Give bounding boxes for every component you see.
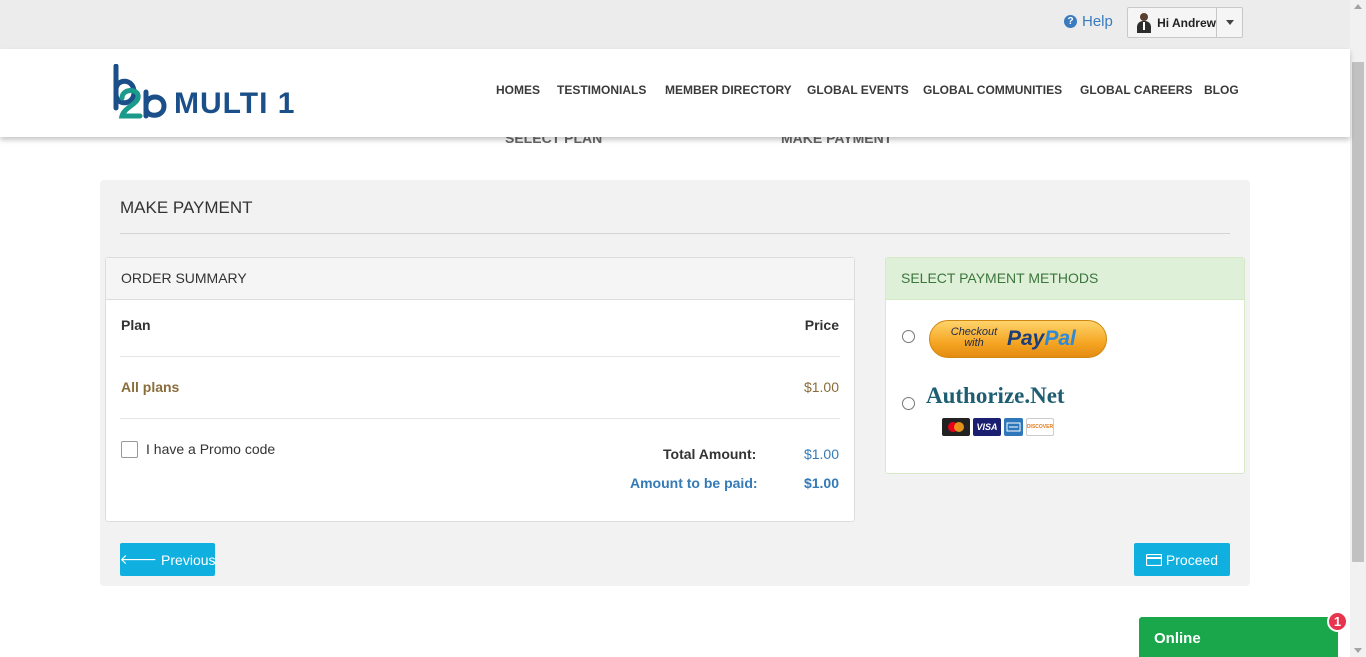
scroll-up-icon[interactable] bbox=[1354, 4, 1362, 9]
amount-due-value: $1.00 bbox=[803, 475, 839, 491]
credit-card-icon bbox=[1145, 553, 1162, 566]
b2b-logo-mark bbox=[113, 63, 167, 119]
promo-code-checkbox[interactable] bbox=[121, 441, 138, 458]
plan-name: All plans bbox=[121, 379, 180, 395]
total-amount-value: $1.00 bbox=[803, 446, 839, 462]
divider bbox=[120, 233, 1230, 234]
visa-icon: VISA bbox=[973, 418, 1001, 436]
amount-due-label: Amount to be paid: bbox=[630, 475, 758, 491]
price-column-header: Price bbox=[804, 317, 839, 333]
proceed-button[interactable]: Proceed bbox=[1134, 543, 1230, 576]
payment-methods-card: SELECT PAYMENT METHODS Checkout with Pay… bbox=[885, 257, 1245, 474]
authorize-net-radio[interactable] bbox=[902, 397, 915, 410]
chat-status-label: Online bbox=[1154, 630, 1201, 647]
nav-global-events[interactable]: GLOBAL EVENTS bbox=[807, 83, 909, 97]
scroll-thumb[interactable] bbox=[1352, 62, 1364, 562]
nav-blog[interactable]: BLOG bbox=[1204, 83, 1239, 97]
payment-panel: MAKE PAYMENT ORDER SUMMARY Plan Price Al… bbox=[100, 180, 1250, 586]
chat-notification-badge: 1 bbox=[1327, 611, 1348, 632]
caret-down-icon bbox=[1225, 20, 1234, 25]
payment-methods-heading: SELECT PAYMENT METHODS bbox=[886, 258, 1244, 300]
user-menu-button[interactable]: Hi Andrew bbox=[1128, 8, 1217, 37]
plan-price: $1.00 bbox=[803, 379, 839, 395]
logo-text: MULTI 1 bbox=[174, 87, 296, 120]
page-scrollbar[interactable] bbox=[1350, 0, 1366, 657]
user-menu[interactable]: Hi Andrew bbox=[1127, 7, 1243, 38]
previous-button[interactable]: 🡐 Previous bbox=[119, 543, 216, 576]
paypal-checkout-button[interactable]: Checkout with PayPal bbox=[929, 320, 1107, 358]
arrow-left-icon: 🡐 bbox=[119, 551, 158, 567]
online-chat-widget[interactable]: Online bbox=[1139, 617, 1338, 657]
paypal-logo: PayPal bbox=[1007, 327, 1076, 350]
divider bbox=[120, 418, 840, 419]
question-circle-icon: ? bbox=[1064, 15, 1077, 28]
scroll-down-icon[interactable] bbox=[1354, 648, 1362, 653]
plan-column-header: Plan bbox=[121, 317, 151, 333]
page-title: MAKE PAYMENT bbox=[120, 198, 253, 217]
previous-button-label: Previous bbox=[161, 551, 216, 568]
site-logo[interactable]: MULTI 1 bbox=[112, 63, 312, 124]
order-summary-card: ORDER SUMMARY Plan Price All plans $1.00… bbox=[105, 257, 855, 522]
paypal-radio[interactable] bbox=[902, 330, 915, 343]
nav-testimonials[interactable]: TESTIMONIALS bbox=[557, 83, 646, 97]
top-utility-bar: ? Help Hi Andrew bbox=[0, 0, 1350, 49]
avatar bbox=[1136, 12, 1151, 33]
discover-icon: DISCOVER bbox=[1026, 418, 1054, 436]
nav-member-directory[interactable]: MEMBER DIRECTORY bbox=[665, 83, 792, 97]
promo-code-label[interactable]: I have a Promo code bbox=[146, 441, 275, 457]
user-menu-dropdown-toggle[interactable] bbox=[1217, 20, 1242, 25]
help-link[interactable]: ? Help bbox=[1064, 13, 1113, 30]
user-greeting: Hi Andrew bbox=[1157, 15, 1216, 30]
authorize-net-logo[interactable]: Authorize.Net bbox=[926, 383, 1065, 409]
divider bbox=[120, 356, 840, 357]
amex-icon bbox=[1004, 418, 1023, 436]
nav-global-careers[interactable]: GLOBAL CAREERS bbox=[1080, 83, 1192, 97]
nav-global-communities[interactable]: GLOBAL COMMUNITIES bbox=[923, 83, 1062, 97]
help-label: Help bbox=[1082, 13, 1113, 30]
nav-homes[interactable]: HOMES bbox=[496, 83, 540, 97]
card-logos: VISA DISCOVER bbox=[942, 418, 1054, 436]
site-header: MULTI 1 HOMES TESTIMONIALS MEMBER DIRECT… bbox=[0, 49, 1350, 137]
total-amount-label: Total Amount: bbox=[663, 446, 757, 462]
paypal-checkout-text: Checkout with bbox=[950, 326, 998, 349]
proceed-button-label: Proceed bbox=[1165, 551, 1219, 568]
mastercard-icon bbox=[942, 418, 970, 436]
order-summary-heading: ORDER SUMMARY bbox=[106, 258, 854, 300]
